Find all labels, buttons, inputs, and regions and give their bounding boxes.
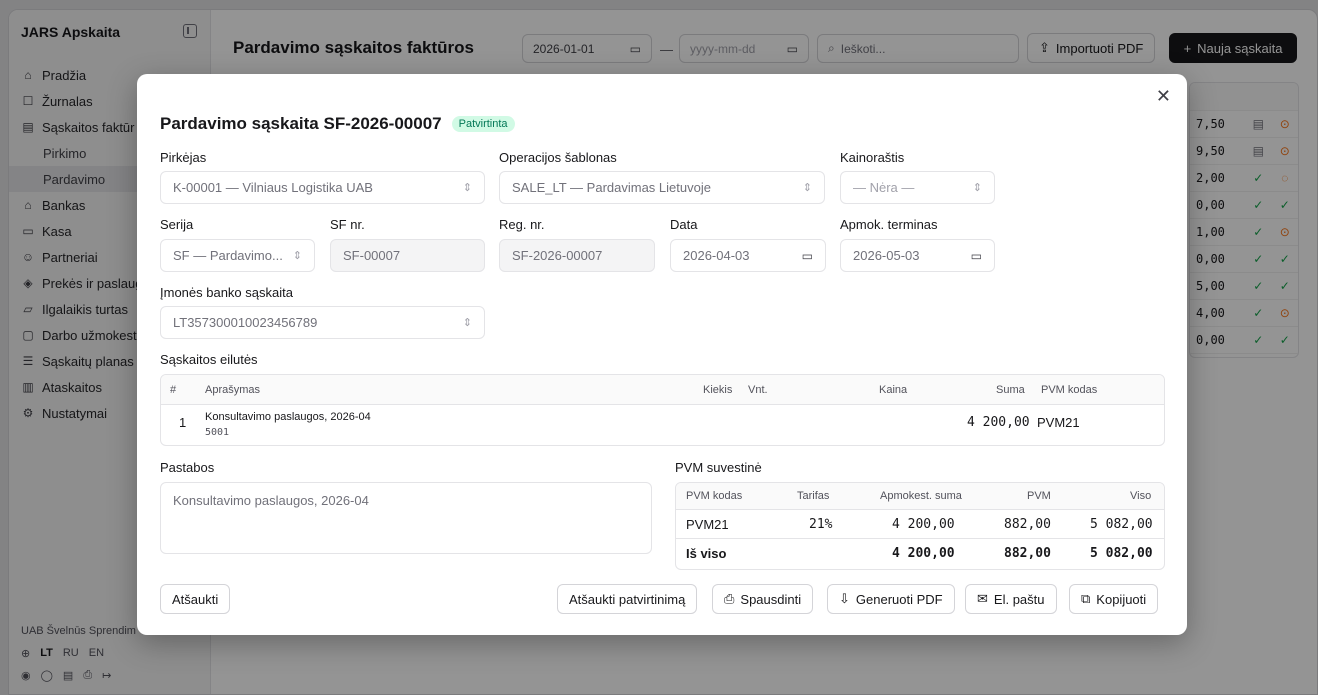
- email-label: El. paštu: [993, 591, 1045, 607]
- template-select[interactable]: SALE_LT — Pardavimas Lietuvoje ⇕: [499, 171, 825, 204]
- copy-icon: ⧉: [1081, 591, 1091, 606]
- vat-code: PVM21: [686, 516, 729, 532]
- series-value: SF — Pardavimo...: [173, 248, 283, 263]
- vat-summary-table: PVM kodas Tarifas Apmokest. suma PVM Vis…: [675, 482, 1165, 570]
- col-qty: Kiekis: [703, 383, 733, 396]
- copy-button[interactable]: ⧉ Kopijuoti: [1069, 584, 1159, 614]
- vat-rate: 21%: [809, 516, 833, 532]
- chevron-updown-icon: ⇕: [802, 182, 812, 194]
- calendar-icon: ▭: [801, 248, 813, 263]
- line-num: 1: [179, 415, 187, 430]
- copy-label: Kopijuoti: [1096, 591, 1147, 607]
- chevron-updown-icon: ⇕: [462, 182, 472, 194]
- vat-total-vat: 882,00: [1004, 546, 1051, 561]
- vat-col-rate: Tarifas: [797, 490, 830, 502]
- chevron-updown-icon: ⇕: [292, 250, 302, 262]
- vat-base: 4 200,00: [892, 516, 955, 532]
- line-code: 5001: [205, 427, 230, 438]
- cancel-label: Atšaukti: [172, 591, 219, 607]
- cancel-button[interactable]: Atšaukti: [160, 584, 231, 614]
- close-icon[interactable]: ✕: [1156, 86, 1171, 107]
- col-unit: Vnt.: [748, 383, 768, 396]
- pricelist-select[interactable]: — Nėra — ⇕: [840, 171, 995, 204]
- unconfirm-label: Atšaukti patvirtinimą: [569, 591, 686, 607]
- vat-total-label: Iš viso: [686, 546, 727, 561]
- printer-icon: ⎙: [724, 591, 735, 606]
- line-sum: 4 200,00: [967, 415, 1030, 430]
- regnr-field: SF-2026-00007: [499, 239, 655, 272]
- vat-amount: 882,00: [1004, 516, 1051, 532]
- lines-header: # Aprašymas Kiekis Vnt. Kaina Suma PVM k…: [161, 375, 1164, 405]
- buyer-label: Pirkėjas: [160, 150, 207, 165]
- pricelist-label: Kainoraštis: [840, 150, 905, 165]
- vat-header: PVM kodas Tarifas Apmokest. suma PVM Vis…: [676, 483, 1164, 510]
- line-desc: Konsultavimo paslaugos, 2026-04: [205, 411, 371, 423]
- due-date-input[interactable]: 2026-05-03 ▭: [840, 239, 995, 272]
- col-sum: Suma: [996, 383, 1025, 396]
- vat-col-total: Viso: [1130, 490, 1152, 502]
- vat-total: 5 082,00: [1090, 516, 1153, 532]
- chevron-updown-icon: ⇕: [462, 317, 472, 329]
- lines-label: Sąskaitos eilutės: [160, 352, 258, 367]
- vat-summary-label: PVM suvestinė: [675, 460, 762, 475]
- file-download-icon: ⇩: [839, 591, 850, 606]
- vat-row: PVM21 21% 4 200,00 882,00 5 082,00: [676, 510, 1164, 539]
- notes-textarea[interactable]: Konsultavimo paslaugos, 2026-04: [160, 482, 652, 554]
- email-button[interactable]: ✉ El. paštu: [965, 584, 1057, 614]
- due-value: 2026-05-03: [853, 248, 920, 263]
- regnr-label: Reg. nr.: [499, 217, 545, 232]
- col-num: #: [170, 383, 177, 396]
- vat-grand-total: 5 082,00: [1090, 546, 1153, 561]
- vat-col-vat: PVM: [1027, 490, 1051, 502]
- sfnr-field: SF-00007: [330, 239, 485, 272]
- notes-label: Pastabos: [160, 460, 215, 475]
- series-label: Serija: [160, 217, 194, 232]
- vat-col-code: PVM kodas: [686, 490, 743, 502]
- due-label: Apmok. terminas: [840, 217, 938, 232]
- table-row[interactable]: 1 Konsultavimo paslaugos, 2026-04 5001 4…: [161, 405, 1164, 445]
- chevron-updown-icon: ⇕: [972, 182, 982, 194]
- pricelist-value: — Nėra —: [853, 180, 915, 195]
- bank-select[interactable]: LT357300010023456789 ⇕: [160, 306, 485, 339]
- mail-icon: ✉: [977, 591, 988, 606]
- col-desc: Aprašymas: [205, 383, 261, 396]
- bank-label: Įmonės banko sąskaita: [160, 285, 293, 300]
- print-label: Spausdinti: [740, 591, 802, 607]
- date-value: 2026-04-03: [683, 248, 750, 263]
- template-value: SALE_LT — Pardavimas Lietuvoje: [512, 180, 711, 195]
- template-label: Operacijos šablonas: [499, 150, 617, 165]
- unconfirm-button[interactable]: Atšaukti patvirtinimą: [557, 584, 698, 614]
- series-select[interactable]: SF — Pardavimo... ⇕: [160, 239, 315, 272]
- calendar-icon: ▭: [970, 248, 982, 263]
- regnr-value: SF-2026-00007: [512, 248, 603, 263]
- invoice-modal: ✕ Pardavimo sąskaita SF-2026-00007 Patvir…: [137, 74, 1187, 635]
- date-input[interactable]: 2026-04-03 ▭: [670, 239, 826, 272]
- col-vat: PVM kodas: [1041, 383, 1098, 396]
- line-vat: PVM21: [1037, 415, 1080, 430]
- col-price: Kaina: [879, 383, 908, 396]
- status-badge: Patvirtinta: [451, 116, 515, 132]
- bank-value: LT357300010023456789: [173, 315, 318, 330]
- print-button[interactable]: ⎙ Spausdinti: [712, 584, 814, 614]
- buyer-select[interactable]: K-00001 — Vilniaus Logistika UAB ⇕: [160, 171, 485, 204]
- vat-col-base: Apmokest. suma: [880, 490, 962, 502]
- vat-total-base: 4 200,00: [892, 546, 955, 561]
- vat-total-row: Iš viso 4 200,00 882,00 5 082,00: [676, 539, 1164, 568]
- invoice-lines-table: # Aprašymas Kiekis Vnt. Kaina Suma PVM k…: [160, 374, 1165, 446]
- buyer-value: K-00001 — Vilniaus Logistika UAB: [173, 180, 373, 195]
- modal-title-text: Pardavimo sąskaita SF-2026-00007: [160, 114, 442, 133]
- sfnr-value: SF-00007: [343, 248, 401, 263]
- pdf-label: Generuoti PDF: [855, 591, 943, 607]
- sfnr-label: SF nr.: [330, 217, 365, 232]
- generate-pdf-button[interactable]: ⇩ Generuoti PDF: [827, 584, 955, 614]
- modal-title: Pardavimo sąskaita SF-2026-00007 Patvirti…: [160, 114, 515, 134]
- date-label: Data: [670, 217, 698, 232]
